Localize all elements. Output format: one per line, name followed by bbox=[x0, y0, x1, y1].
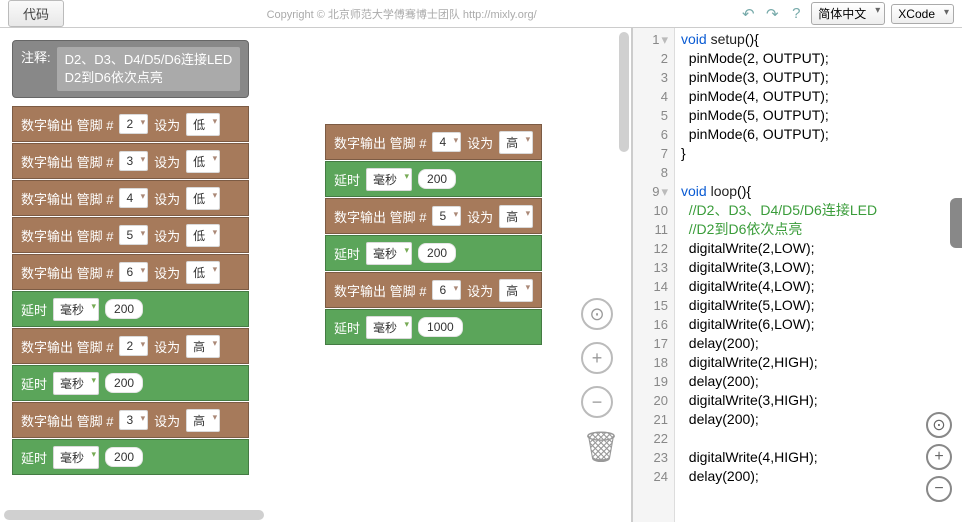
pin-dropdown[interactable]: 4 bbox=[119, 188, 148, 208]
value-dropdown[interactable]: 低 bbox=[186, 261, 220, 284]
theme-select[interactable]: XCode bbox=[891, 4, 954, 24]
value-dropdown[interactable]: 高 bbox=[186, 335, 220, 358]
pin-dropdown[interactable]: 5 bbox=[432, 206, 461, 226]
zoom-in-icon[interactable]: + bbox=[581, 342, 613, 374]
delay-value[interactable]: 200 bbox=[418, 243, 456, 263]
code-text[interactable]: void setup(){ pinMode(2, OUTPUT); pinMod… bbox=[681, 30, 877, 486]
digital-output-block[interactable]: 数字输出 管脚 #4设为低 bbox=[12, 180, 249, 216]
digital-output-block[interactable]: 数字输出 管脚 #6设为低 bbox=[12, 254, 249, 290]
delay-value[interactable]: 200 bbox=[418, 169, 456, 189]
help-icon[interactable]: ? bbox=[787, 5, 805, 23]
delay-block[interactable]: 延时毫秒200 bbox=[325, 161, 542, 197]
toolbar: 代码 Copyright © 北京师范大学傅骞博士团队 http://mixly… bbox=[0, 0, 962, 28]
unit-dropdown[interactable]: 毫秒 bbox=[366, 242, 412, 265]
delay-value[interactable]: 200 bbox=[105, 373, 143, 393]
pin-dropdown[interactable]: 5 bbox=[119, 225, 148, 245]
digital-output-block[interactable]: 数字输出 管脚 #5设为低 bbox=[12, 217, 249, 253]
value-dropdown[interactable]: 低 bbox=[186, 113, 220, 136]
value-dropdown[interactable]: 高 bbox=[186, 409, 220, 432]
undo-icon[interactable]: ↶ bbox=[739, 5, 757, 23]
pin-dropdown[interactable]: 2 bbox=[119, 336, 148, 356]
center-icon[interactable]: ⊙ bbox=[926, 412, 952, 438]
unit-dropdown[interactable]: 毫秒 bbox=[53, 446, 99, 469]
trash-icon[interactable]: 🗑 bbox=[582, 430, 612, 466]
language-select[interactable]: 简体中文 bbox=[811, 2, 885, 25]
pin-dropdown[interactable]: 4 bbox=[432, 132, 461, 152]
zoom-out-icon[interactable]: − bbox=[926, 476, 952, 502]
unit-dropdown[interactable]: 毫秒 bbox=[366, 168, 412, 191]
pin-dropdown[interactable]: 6 bbox=[432, 280, 461, 300]
pin-dropdown[interactable]: 2 bbox=[119, 114, 148, 134]
blockly-workspace[interactable]: 注释: D2、D3、D4/D5/D6连接LED D2到D6依次点亮 数字输出 管… bbox=[0, 28, 633, 522]
horizontal-scrollbar[interactable] bbox=[4, 510, 264, 520]
digital-output-block[interactable]: 数字输出 管脚 #5设为高 bbox=[325, 198, 542, 234]
zoom-in-icon[interactable]: + bbox=[926, 444, 952, 470]
center-icon[interactable]: ⊙ bbox=[581, 298, 613, 330]
delay-block[interactable]: 延时毫秒200 bbox=[12, 291, 249, 327]
value-dropdown[interactable]: 高 bbox=[499, 205, 533, 228]
copyright-text: Copyright © 北京师范大学傅骞博士团队 http://mixly.or… bbox=[72, 6, 731, 22]
digital-output-block[interactable]: 数字输出 管脚 #3设为高 bbox=[12, 402, 249, 438]
vertical-scrollbar[interactable] bbox=[619, 32, 629, 152]
digital-output-block[interactable]: 数字输出 管脚 #4设为高 bbox=[325, 124, 542, 160]
value-dropdown[interactable]: 高 bbox=[499, 279, 533, 302]
pin-dropdown[interactable]: 6 bbox=[119, 262, 148, 282]
value-dropdown[interactable]: 高 bbox=[499, 131, 533, 154]
value-dropdown[interactable]: 低 bbox=[186, 187, 220, 210]
unit-dropdown[interactable]: 毫秒 bbox=[53, 372, 99, 395]
digital-output-block[interactable]: 数字输出 管脚 #2设为高 bbox=[12, 328, 249, 364]
line-gutter: 1▾23456789▾10111213141516171819202122232… bbox=[633, 28, 675, 522]
comment-block[interactable]: 注释: D2、D3、D4/D5/D6连接LED D2到D6依次点亮 bbox=[12, 40, 249, 98]
digital-output-block[interactable]: 数字输出 管脚 #3设为低 bbox=[12, 143, 249, 179]
pin-dropdown[interactable]: 3 bbox=[119, 410, 148, 430]
delay-value[interactable]: 200 bbox=[105, 447, 143, 467]
pin-dropdown[interactable]: 3 bbox=[119, 151, 148, 171]
redo-icon[interactable]: ↷ bbox=[763, 5, 781, 23]
comment-text[interactable]: D2、D3、D4/D5/D6连接LED D2到D6依次点亮 bbox=[57, 47, 241, 91]
value-dropdown[interactable]: 低 bbox=[186, 224, 220, 247]
code-editor[interactable]: 1▾23456789▾10111213141516171819202122232… bbox=[633, 28, 962, 522]
unit-dropdown[interactable]: 毫秒 bbox=[53, 298, 99, 321]
workspace-controls: ⊙ + − 🗑 bbox=[581, 298, 613, 466]
code-controls: ⊙ + − bbox=[926, 412, 952, 502]
delay-block[interactable]: 延时毫秒200 bbox=[12, 439, 249, 475]
delay-value[interactable]: 1000 bbox=[418, 317, 463, 337]
code-button[interactable]: 代码 bbox=[8, 0, 64, 27]
collapse-tab[interactable] bbox=[950, 198, 962, 248]
unit-dropdown[interactable]: 毫秒 bbox=[366, 316, 412, 339]
delay-block[interactable]: 延时毫秒200 bbox=[12, 365, 249, 401]
digital-output-block[interactable]: 数字输出 管脚 #2设为低 bbox=[12, 106, 249, 142]
value-dropdown[interactable]: 低 bbox=[186, 150, 220, 173]
digital-output-block[interactable]: 数字输出 管脚 #6设为高 bbox=[325, 272, 542, 308]
zoom-out-icon[interactable]: − bbox=[581, 386, 613, 418]
delay-block[interactable]: 延时毫秒200 bbox=[325, 235, 542, 271]
comment-label: 注释: bbox=[21, 47, 51, 91]
delay-value[interactable]: 200 bbox=[105, 299, 143, 319]
delay-block[interactable]: 延时毫秒1000 bbox=[325, 309, 542, 345]
